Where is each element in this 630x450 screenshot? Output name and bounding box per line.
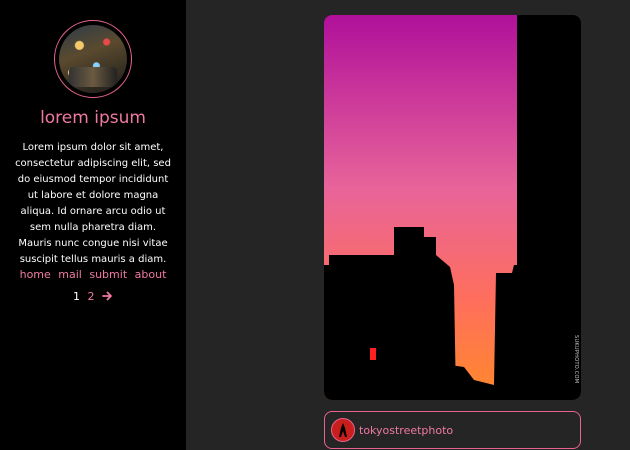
blog-description: Lorem ipsum dolor sit amet, consectetur … bbox=[15, 142, 171, 265]
page-2-link[interactable]: 2 bbox=[88, 290, 95, 303]
sidebar: lorem ipsum Lorem ipsum dolor sit amet, … bbox=[0, 0, 186, 450]
pagination: 1 2 bbox=[0, 290, 186, 304]
photo-watermark: SUKUPHOTO.COM bbox=[573, 335, 579, 384]
avatar[interactable] bbox=[54, 20, 132, 98]
nav-submit-link[interactable]: submit bbox=[89, 268, 127, 281]
current-page: 1 bbox=[73, 290, 80, 303]
source-username[interactable]: tokyostreetphoto bbox=[359, 424, 453, 437]
nav-about-link[interactable]: about bbox=[135, 268, 167, 281]
arrow-right-icon[interactable] bbox=[102, 291, 113, 304]
source-attribution[interactable]: tokyostreetphoto bbox=[324, 411, 581, 449]
sunset-city-silhouette-image bbox=[324, 15, 581, 400]
post-photo[interactable]: SUKUPHOTO.COM bbox=[324, 15, 581, 400]
tokyo-tower-icon bbox=[331, 418, 355, 442]
nav-links: home mail submit about bbox=[0, 268, 186, 281]
nav-home-link[interactable]: home bbox=[20, 268, 51, 281]
avatar-image bbox=[59, 25, 127, 93]
blog-title[interactable]: lorem ipsum bbox=[0, 108, 186, 128]
nav-mail-link[interactable]: mail bbox=[58, 268, 82, 281]
